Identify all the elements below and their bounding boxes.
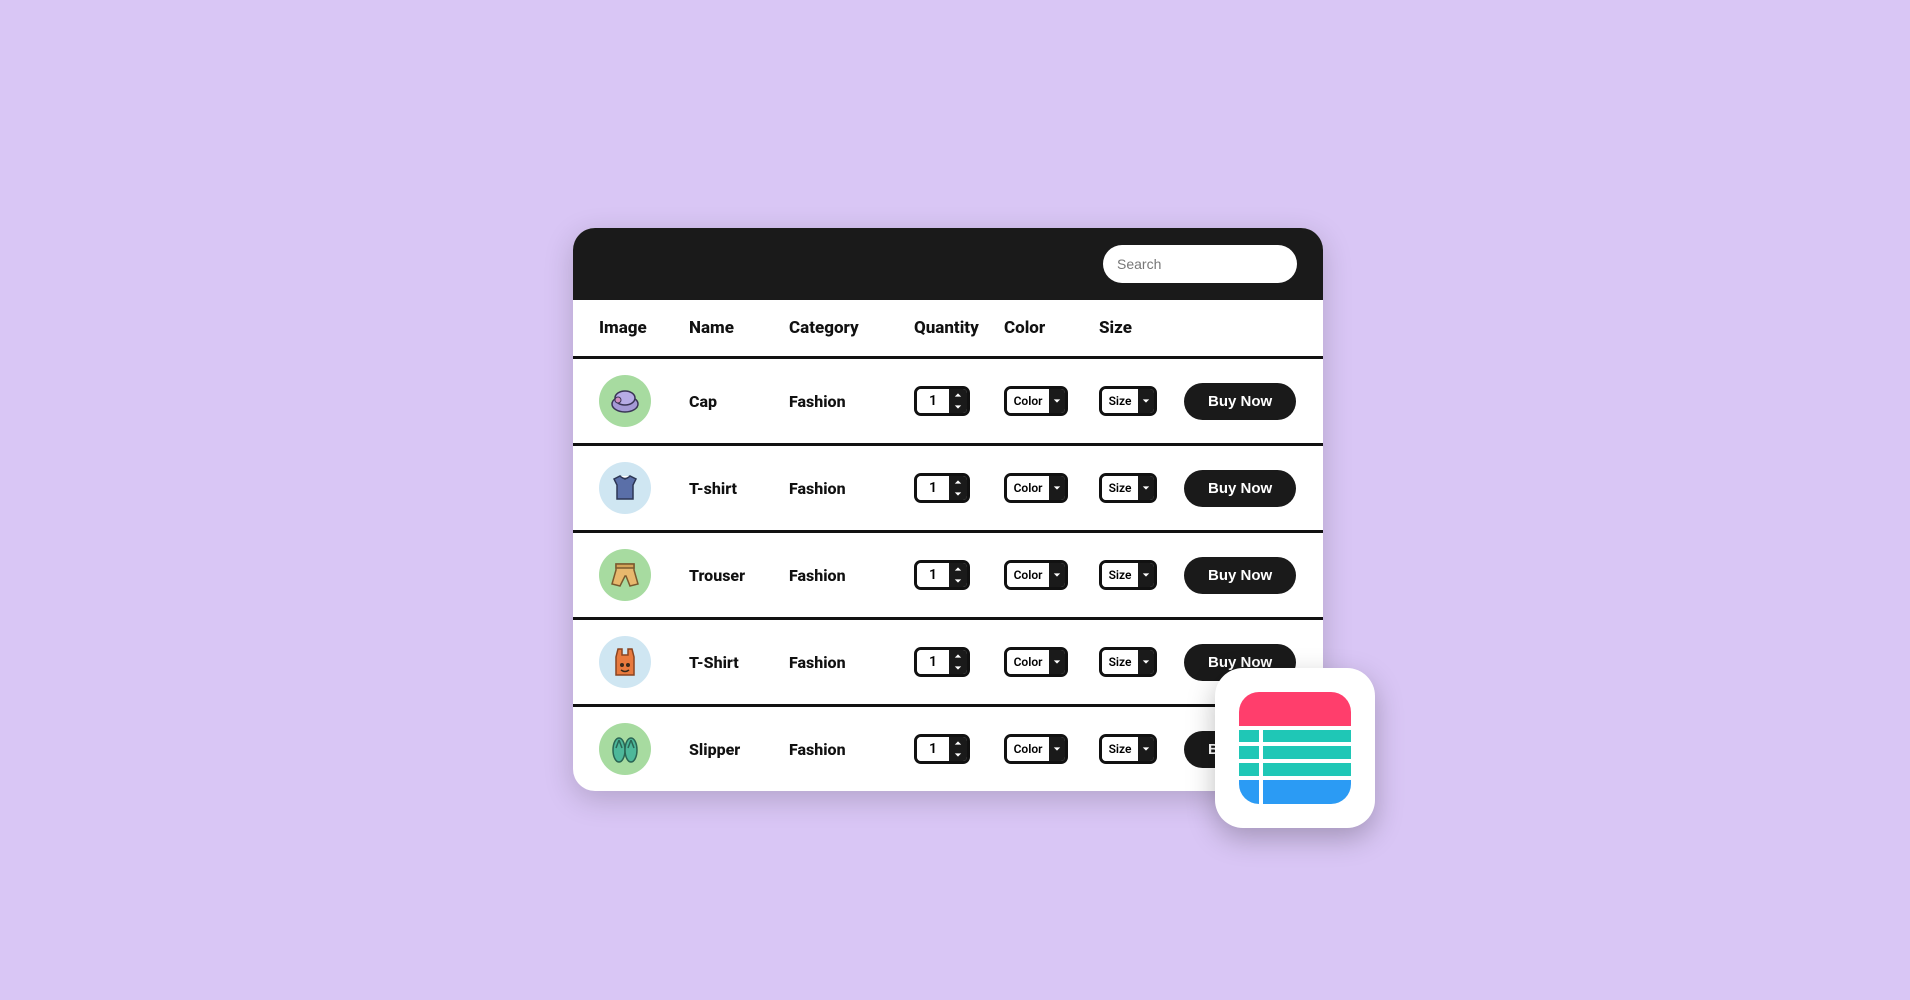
chevron-down-icon — [1138, 476, 1154, 500]
quantity-stepper[interactable]: 1 — [914, 734, 970, 764]
product-table-panel: Image Name Category Quantity Color Size … — [573, 228, 1323, 791]
chevron-down-icon — [1049, 476, 1065, 500]
color-select-value: Color — [1007, 389, 1049, 413]
product-name: T-Shirt — [689, 653, 789, 672]
chevron-down-icon — [1138, 737, 1154, 761]
color-select-value: Color — [1007, 737, 1049, 761]
product-name: T-shirt — [689, 479, 789, 498]
chevron-down-icon — [1138, 389, 1154, 413]
color-select-value: Color — [1007, 476, 1049, 500]
chevron-down-icon — [1049, 737, 1065, 761]
color-select[interactable]: Color — [1004, 647, 1068, 677]
size-select[interactable]: Size — [1099, 386, 1157, 416]
product-name: Trouser — [689, 566, 789, 585]
product-category: Fashion — [789, 566, 914, 585]
col-image: Image — [599, 318, 689, 338]
size-select[interactable]: Size — [1099, 473, 1157, 503]
chevron-down-icon — [1138, 650, 1154, 674]
app-badge — [1215, 668, 1375, 828]
color-select[interactable]: Color — [1004, 560, 1068, 590]
buy-button[interactable]: Buy Now — [1184, 383, 1296, 420]
color-select[interactable]: Color — [1004, 386, 1068, 416]
quantity-down[interactable] — [949, 662, 967, 674]
col-size: Size — [1099, 318, 1184, 338]
quantity-stepper[interactable]: 1 — [914, 647, 970, 677]
buy-button[interactable]: Buy Now — [1184, 470, 1296, 507]
chevron-down-icon — [1049, 563, 1065, 587]
product-name: Cap — [689, 392, 789, 411]
chevron-down-icon — [1049, 650, 1065, 674]
panel-header — [573, 228, 1323, 300]
quantity-up[interactable] — [949, 476, 967, 488]
quantity-stepper[interactable]: 1 — [914, 560, 970, 590]
quantity-up[interactable] — [949, 389, 967, 401]
search-field[interactable] — [1103, 245, 1297, 283]
product-category: Fashion — [789, 479, 914, 498]
col-name: Name — [689, 318, 789, 338]
quantity-up[interactable] — [949, 563, 967, 575]
size-select[interactable]: Size — [1099, 734, 1157, 764]
quantity-down[interactable] — [949, 401, 967, 413]
color-select[interactable]: Color — [1004, 734, 1068, 764]
product-thumb — [599, 636, 651, 688]
size-select-value: Size — [1102, 389, 1138, 413]
product-category: Fashion — [789, 740, 914, 759]
size-select-value: Size — [1102, 737, 1138, 761]
col-category: Category — [789, 318, 914, 338]
quantity-down[interactable] — [949, 488, 967, 500]
quantity-down[interactable] — [949, 575, 967, 587]
table-row: T-Shirt Fashion 1 Color Size Bu — [573, 620, 1323, 707]
chevron-down-icon — [1138, 563, 1154, 587]
col-quantity: Quantity — [914, 318, 1004, 338]
table-app-icon — [1239, 692, 1351, 804]
table-row: Slipper Fashion 1 Color Size Bu — [573, 707, 1323, 791]
color-select-value: Color — [1007, 563, 1049, 587]
table-header: Image Name Category Quantity Color Size — [573, 300, 1323, 359]
search-input[interactable] — [1117, 256, 1298, 272]
product-thumb — [599, 375, 651, 427]
buy-button[interactable]: Buy Now — [1184, 557, 1296, 594]
product-thumb — [599, 723, 651, 775]
quantity-stepper[interactable]: 1 — [914, 386, 970, 416]
quantity-up[interactable] — [949, 650, 967, 662]
table-row: T-shirt Fashion 1 Color Size Bu — [573, 446, 1323, 533]
size-select-value: Size — [1102, 476, 1138, 500]
quantity-value: 1 — [917, 650, 949, 674]
quantity-value: 1 — [917, 563, 949, 587]
product-category: Fashion — [789, 392, 914, 411]
color-select-value: Color — [1007, 650, 1049, 674]
product-name: Slipper — [689, 740, 789, 759]
col-color: Color — [1004, 318, 1099, 338]
table-row: Cap Fashion 1 Color Size Buy No — [573, 359, 1323, 446]
quantity-down[interactable] — [949, 749, 967, 761]
chevron-down-icon — [1049, 389, 1065, 413]
quantity-value: 1 — [917, 389, 949, 413]
quantity-stepper[interactable]: 1 — [914, 473, 970, 503]
product-thumb — [599, 549, 651, 601]
size-select-value: Size — [1102, 563, 1138, 587]
size-select[interactable]: Size — [1099, 647, 1157, 677]
size-select-value: Size — [1102, 650, 1138, 674]
quantity-value: 1 — [917, 476, 949, 500]
table-row: Trouser Fashion 1 Color Size Bu — [573, 533, 1323, 620]
quantity-value: 1 — [917, 737, 949, 761]
color-select[interactable]: Color — [1004, 473, 1068, 503]
product-category: Fashion — [789, 653, 914, 672]
product-thumb — [599, 462, 651, 514]
size-select[interactable]: Size — [1099, 560, 1157, 590]
quantity-up[interactable] — [949, 737, 967, 749]
